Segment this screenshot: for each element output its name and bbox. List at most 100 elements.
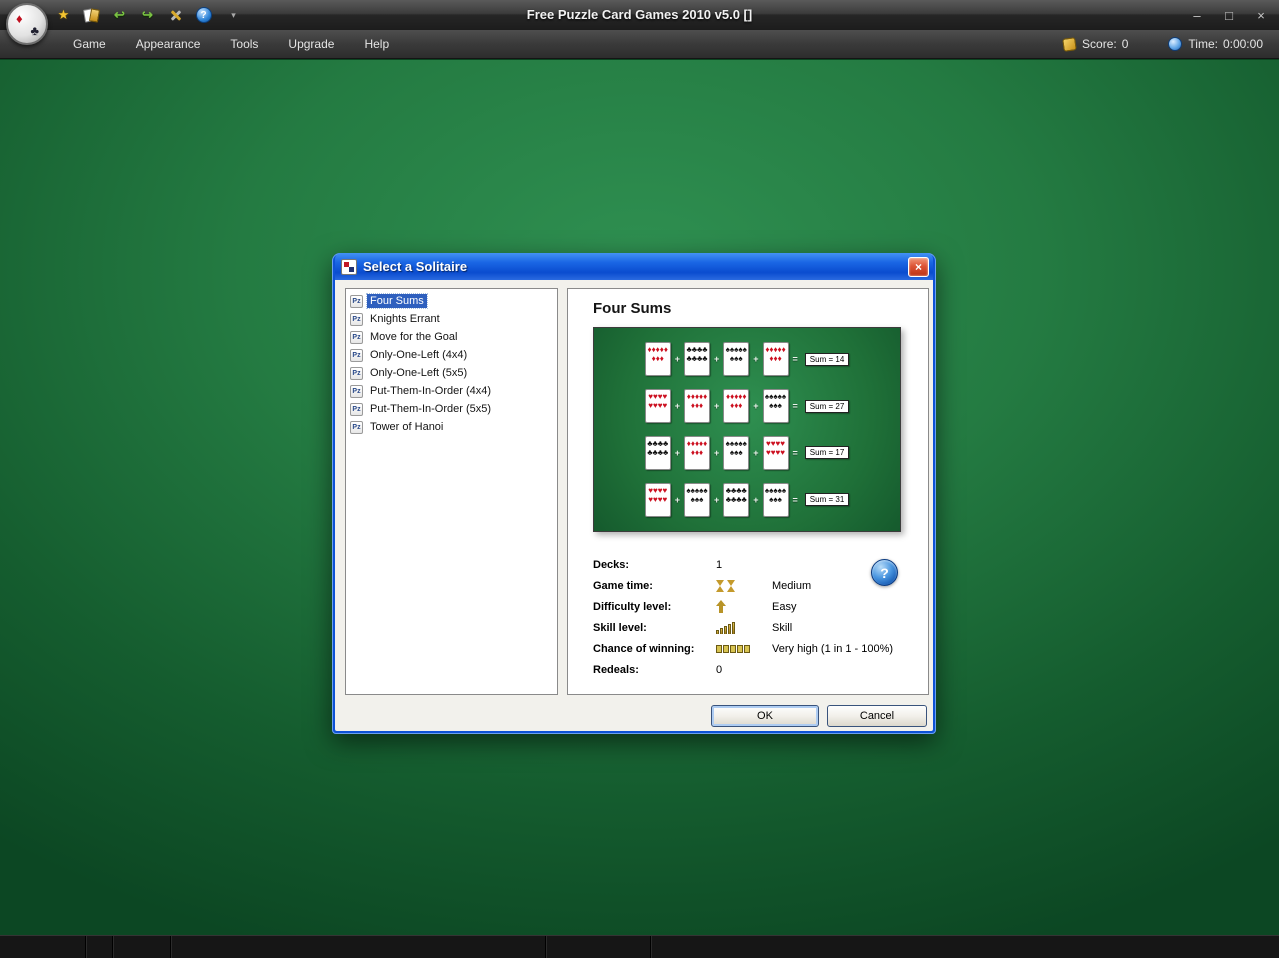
equals-sign: = (792, 447, 798, 458)
plus-sign: + (674, 354, 680, 365)
menu-game[interactable]: Game (58, 30, 121, 59)
puzzle-game-icon: Pz (350, 294, 363, 308)
undo-icon[interactable]: ↩ (110, 6, 129, 25)
preview-card: ♥♥♥♥♥♥♥♥ (644, 482, 671, 517)
equals-sign: = (792, 354, 798, 365)
plus-sign: + (714, 401, 720, 412)
score-value: 0 (1121, 37, 1129, 51)
stat-row: Skill level: Skill (593, 617, 915, 638)
stat-value: Very high (1 in 1 - 100%) (772, 642, 894, 655)
plus-sign: + (714, 494, 720, 505)
preview-card-row: ♣♣♣♣♣♣♣♣ + ♦♦♦♦♦♦♦♦ + ♠♠♠♠♠♠♠♠ + ♥♥♥♥♥♥♥♥ = Sum … (598, 435, 896, 470)
status-area: Score: 0 Time: 0:00:00 (1062, 36, 1279, 52)
preview-card: ♠♠♠♠♠♠♠♠ (723, 435, 750, 470)
taskbar-divider (545, 936, 546, 958)
dialog-close-button[interactable]: × (908, 256, 929, 277)
help-icon[interactable]: ? (195, 7, 212, 23)
preview-card: ♦♦♦♦♦♦♦♦ (723, 389, 750, 424)
stat-icon-cell: 1 (716, 558, 723, 571)
maximize-button[interactable]: □ (1221, 8, 1237, 23)
hourglass-icon (716, 579, 725, 592)
game-name: Only-One-Left (5x5) (370, 367, 468, 379)
game-list-item[interactable]: Pz Put-Them-In-Order (5x5) (348, 400, 555, 418)
plus-sign: + (674, 447, 680, 458)
taskbar-divider (85, 936, 86, 958)
preview-card: ♥♥♥♥♥♥♥♥ (762, 435, 789, 470)
sum-label: Sum = 27 (804, 399, 850, 413)
game-list-item[interactable]: Pz Only-One-Left (5x5) (348, 364, 555, 382)
toolbar-dropdown-icon[interactable]: ▾ (224, 6, 243, 25)
plus-sign: + (753, 401, 759, 412)
stat-label: Game time: (593, 579, 653, 592)
plus-sign: + (753, 494, 759, 505)
preview-card-row: ♥♥♥♥♥♥♥♥ + ♠♠♠♠♠♠♠♠ + ♣♣♣♣♣♣♣♣ + ♠♠♠♠♠♠♠♠ = Sum … (598, 482, 896, 517)
tools-icon[interactable] (166, 6, 185, 25)
game-list-item[interactable]: Pz Four Sums (348, 292, 555, 310)
puzzle-game-icon: Pz (350, 420, 363, 434)
minimize-button[interactable]: – (1189, 8, 1205, 23)
game-list-item[interactable]: Pz Put-Them-In-Order (4x4) (348, 382, 555, 400)
close-button[interactable]: × (1253, 8, 1269, 23)
puzzle-game-icon: Pz (350, 348, 363, 362)
stat-icon-cell (716, 621, 772, 634)
select-solitaire-dialog: Select a Solitaire × Pz Four Sums Pz Knight… (332, 253, 936, 734)
menu-items: Game Appearance Tools Upgrade Help (58, 30, 404, 59)
score-icon (1062, 36, 1077, 52)
dialog-titlebar[interactable]: Select a Solitaire × (335, 253, 933, 280)
preview-image: ♦♦♦♦♦♦♦♦ + ♣♣♣♣♣♣♣♣ + ♠♠♠♠♠♠♠♠ + ♦♦♦♦♦♦♦♦ = Sum … (593, 327, 901, 532)
stats-table: Decks: 1 Game time: Medium Difficulty level:… (593, 554, 915, 680)
game-name: Knights Errant (370, 313, 440, 325)
cancel-button[interactable]: Cancel (827, 705, 927, 727)
game-name: Put-Them-In-Order (5x5) (370, 403, 492, 415)
puzzle-game-icon: Pz (350, 366, 363, 380)
menubar: Game Appearance Tools Upgrade Help Score: 0 … (0, 30, 1279, 59)
game-name: Only-One-Left (4x4) (370, 349, 468, 361)
hourglass-icon (727, 579, 736, 592)
taskbar-divider (650, 936, 651, 958)
new-game-icon[interactable]: ★ (54, 6, 73, 25)
ok-button[interactable]: OK (711, 705, 819, 727)
puzzle-game-icon: Pz (350, 312, 363, 326)
puzzle-game-icon: Pz (350, 384, 363, 398)
stat-label: Decks: (593, 558, 630, 571)
preview-card: ♦♦♦♦♦♦♦♦ (644, 342, 671, 377)
plus-sign: + (753, 447, 759, 458)
puzzle-game-icon: Pz (350, 330, 363, 344)
dialog-icon (341, 258, 357, 275)
game-list-item[interactable]: Pz Tower of Hanoi (348, 418, 555, 436)
preview-card: ♦♦♦♦♦♦♦♦ (684, 389, 710, 424)
game-listbox[interactable]: Pz Four Sums Pz Knights Errant Pz Move for th… (345, 288, 558, 695)
dialog-title: Select a Solitaire (363, 259, 468, 274)
game-list-item[interactable]: Pz Only-One-Left (4x4) (348, 346, 555, 364)
sum-label: Sum = 14 (804, 352, 850, 366)
menu-upgrade[interactable]: Upgrade (273, 30, 349, 59)
game-list-item[interactable]: Pz Move for the Goal (348, 328, 555, 346)
taskbar-divider (170, 936, 171, 958)
rules-help-button[interactable]: ? (871, 559, 898, 586)
equals-sign: = (792, 401, 798, 412)
stat-row: Decks: 1 (593, 554, 915, 575)
preview-card: ♣♣♣♣♣♣♣♣ (684, 342, 710, 377)
preview-card-row: ♥♥♥♥♥♥♥♥ + ♦♦♦♦♦♦♦♦ + ♦♦♦♦♦♦♦♦ + ♠♠♠♠♠♠♠♠ = Sum … (598, 389, 896, 424)
preview-card: ♠♠♠♠♠♠♠♠ (723, 342, 750, 377)
game-list-item[interactable]: Pz Knights Errant (348, 310, 555, 328)
plus-sign: + (674, 401, 680, 412)
game-name: Tower of Hanoi (370, 421, 444, 433)
stat-label: Redeals: (593, 663, 639, 676)
app-logo: ♦ ♣ (6, 3, 48, 45)
sum-label: Sum = 31 (804, 493, 850, 507)
deck-icon[interactable] (82, 6, 101, 25)
stat-row: Chance of winning: Very high (1 in 1 - 10… (593, 638, 915, 659)
menu-tools[interactable]: Tools (215, 30, 273, 59)
time-label: Time: (1188, 37, 1218, 51)
score-label: Score: (1082, 37, 1117, 51)
preview-title: Four Sums (593, 300, 672, 317)
stat-row: Game time: Medium (593, 575, 915, 596)
menu-appearance[interactable]: Appearance (121, 30, 216, 59)
diamond-suit-icon: ♦ (16, 11, 23, 26)
redo-icon[interactable]: ↪ (138, 6, 157, 25)
plus-sign: + (714, 447, 720, 458)
menu-help[interactable]: Help (349, 30, 404, 59)
stat-icon-cell (716, 579, 772, 592)
stat-row: Difficulty level: Easy (593, 596, 915, 617)
